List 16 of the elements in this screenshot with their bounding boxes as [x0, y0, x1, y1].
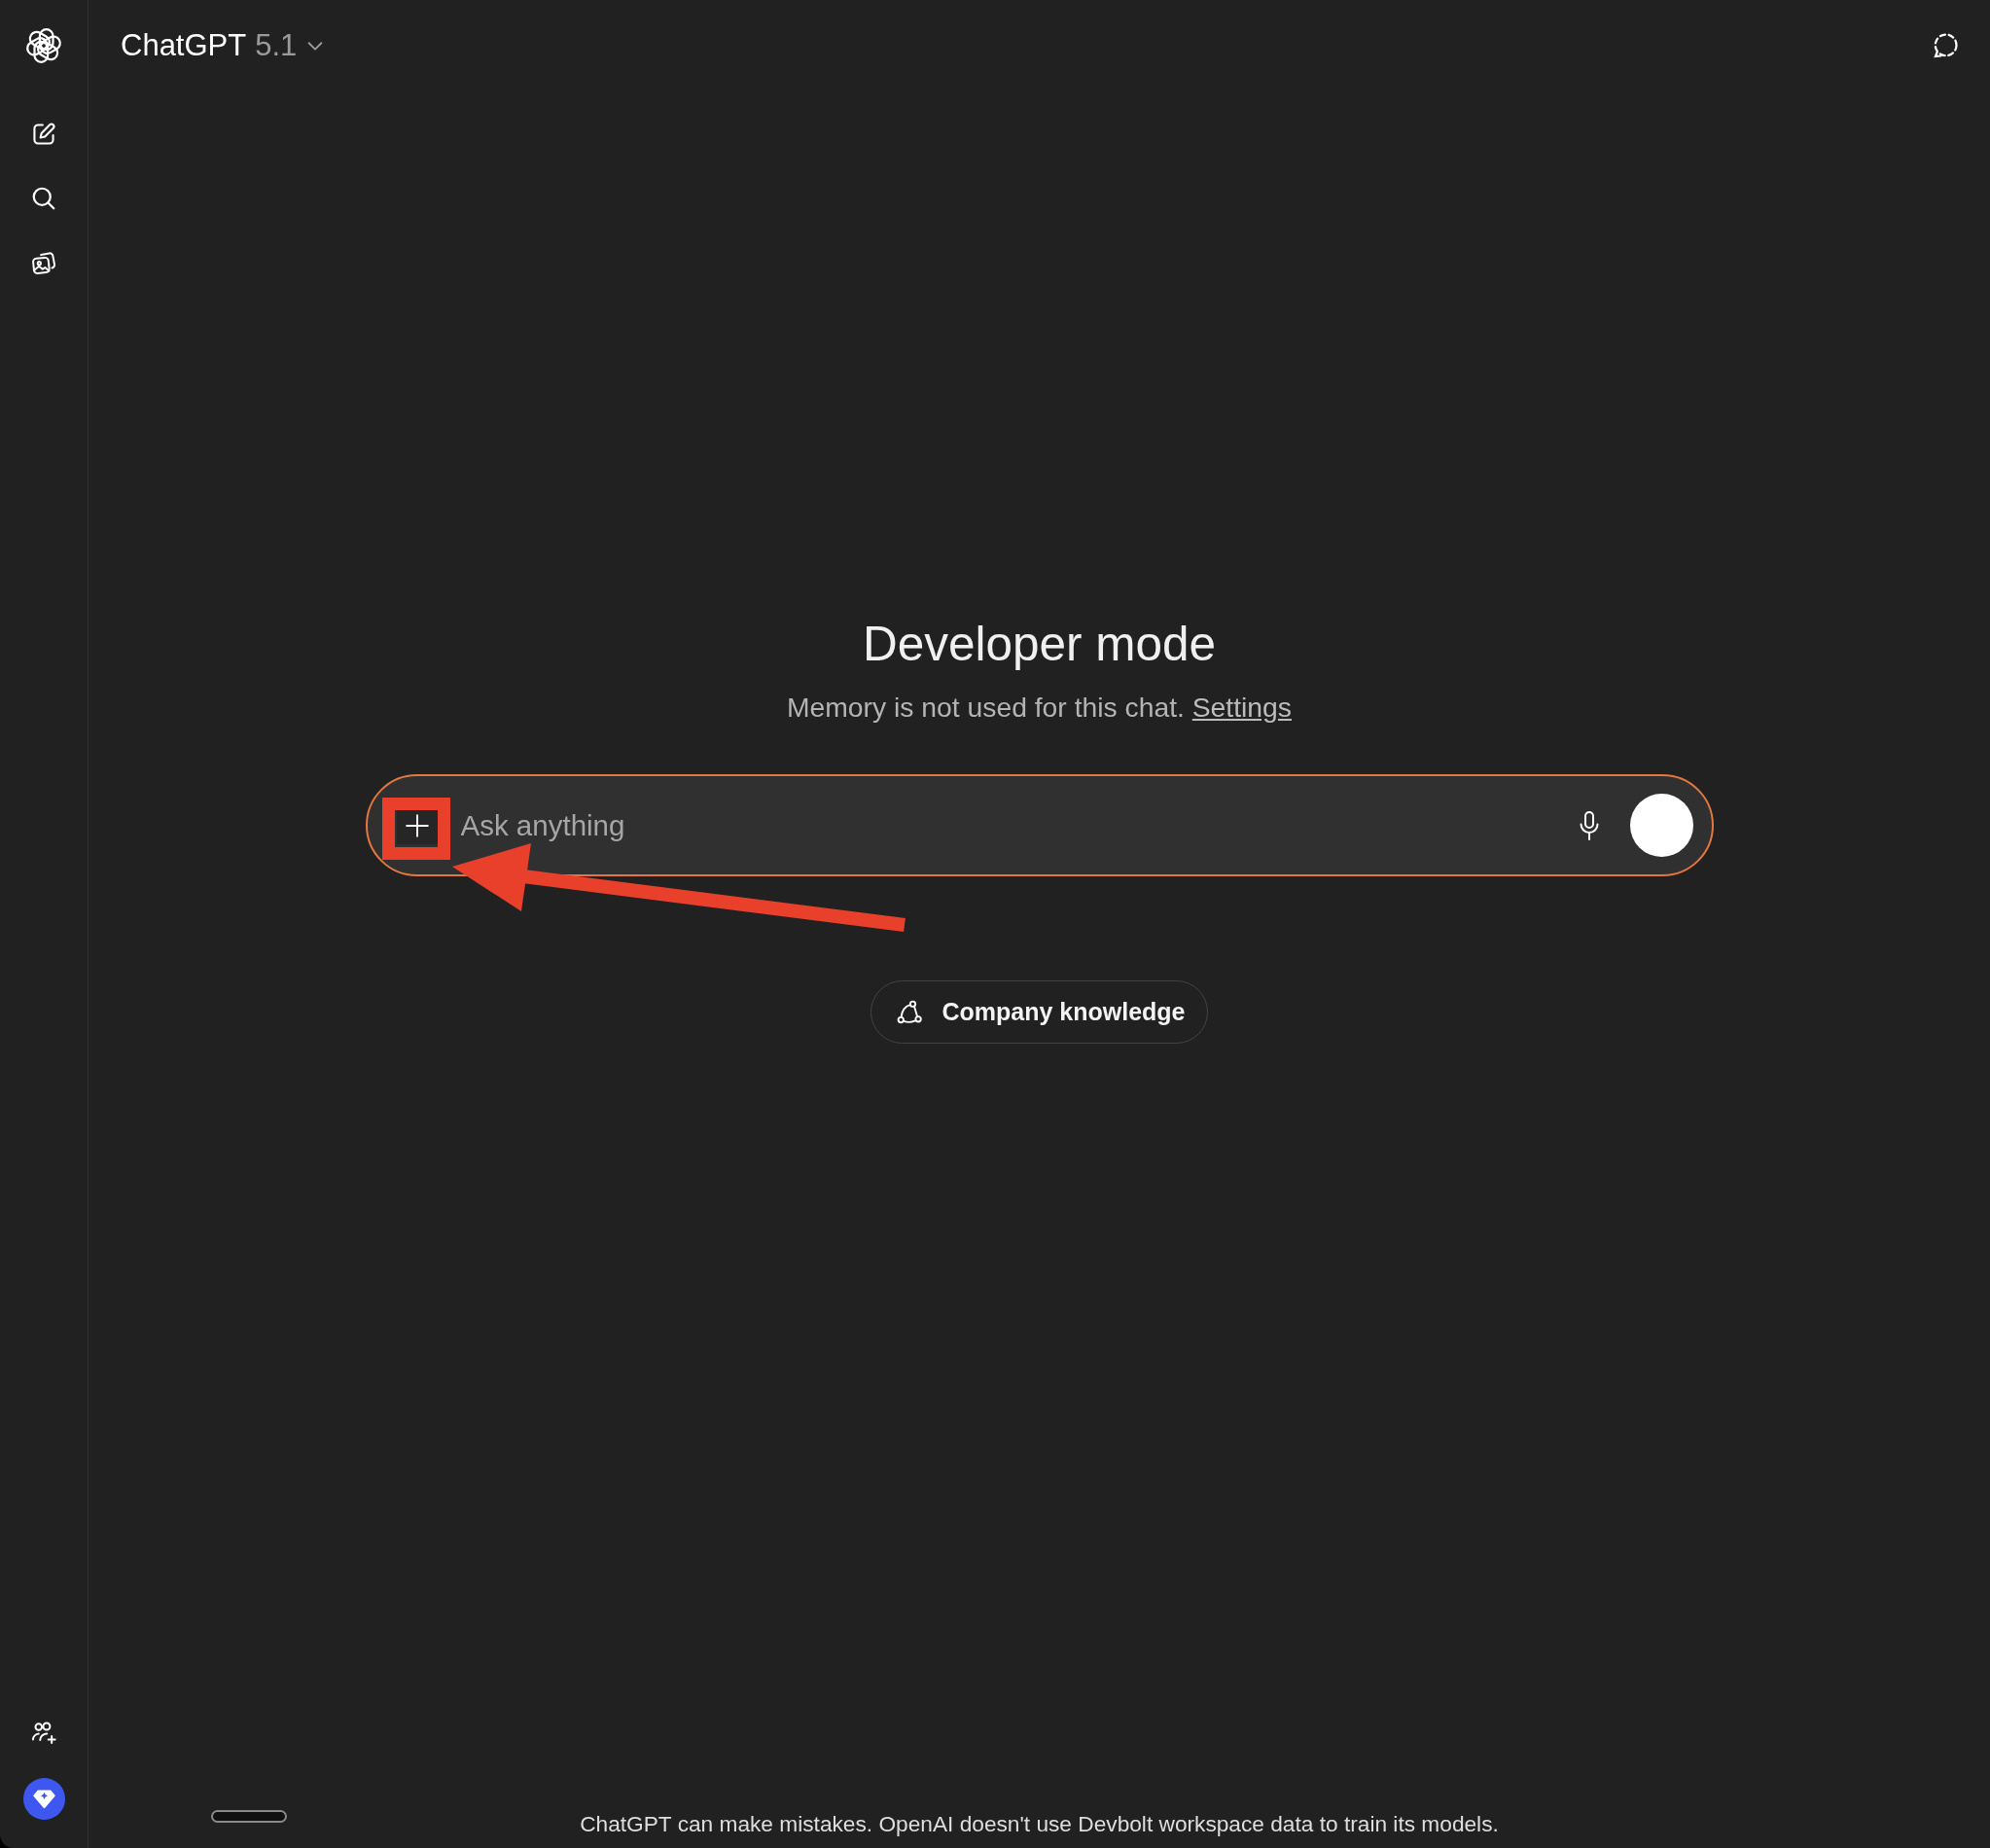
composer-field[interactable]: Ask anything	[365, 774, 1714, 876]
memory-notice: Memory is not used for this chat. Settings	[787, 691, 1292, 724]
search-icon[interactable]	[30, 185, 57, 212]
settings-link[interactable]: Settings	[1191, 692, 1292, 723]
scroll-thumb[interactable]	[211, 1810, 287, 1823]
message-input[interactable]: Ask anything	[460, 808, 1566, 842]
disclaimer-text: ChatGPT can make mistakes. OpenAI doesn't use Devbolt workspace data to train its models.	[580, 1810, 1499, 1837]
images-icon[interactable]	[30, 249, 57, 276]
logo-icon[interactable]	[25, 27, 62, 64]
plus-icon	[404, 812, 430, 838]
highlight-frame	[382, 798, 450, 860]
nodes-icon	[896, 998, 924, 1026]
model-selector[interactable]: ChatGPT 5.1	[121, 27, 327, 64]
edit-icon[interactable]	[30, 121, 57, 148]
page-heading: Developer mode	[862, 616, 1217, 672]
add-people-icon[interactable]	[30, 1720, 57, 1747]
